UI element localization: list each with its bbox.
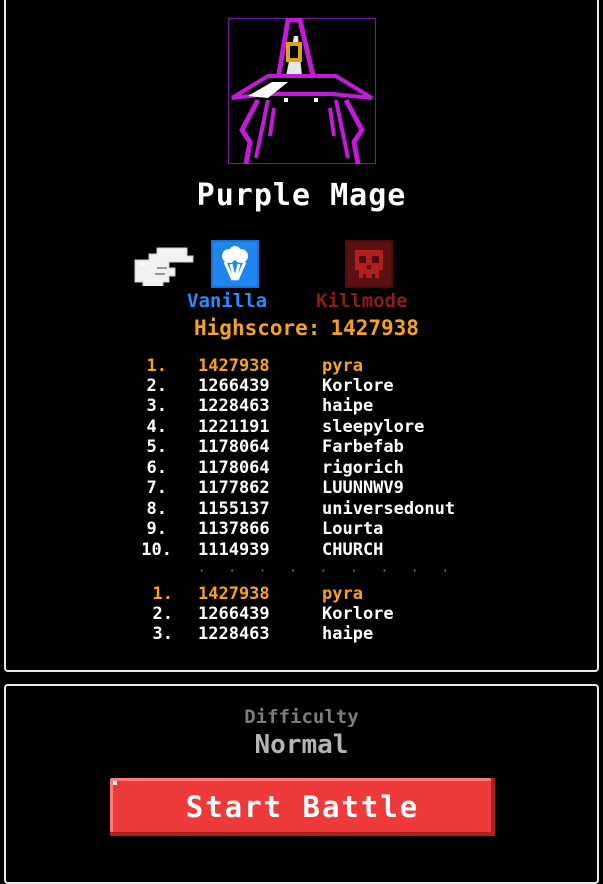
player-name: sleepylore <box>322 417 425 437</box>
player-name: haipe <box>322 624 374 644</box>
highscore-label: Highscore: <box>194 316 321 340</box>
vanilla-ice-cream-icon[interactable] <box>211 240 259 288</box>
rank: 2. <box>152 604 173 624</box>
mode-vanilla-label[interactable]: Vanilla <box>187 290 267 312</box>
character-name: Purple Mage <box>196 178 407 213</box>
player-name: Farbefab <box>322 437 404 457</box>
rank: 4. <box>146 417 167 437</box>
rank: 3. <box>152 624 173 644</box>
score: 1427938 <box>198 356 270 376</box>
score: 1228463 <box>198 396 270 416</box>
rank: 10. <box>141 540 172 560</box>
rank: 3. <box>146 396 167 416</box>
player-name: Korlore <box>322 376 394 396</box>
score: 1427938 <box>198 584 270 604</box>
rank: 1. <box>152 584 173 604</box>
highscore: Highscore: 1427938 <box>0 316 603 340</box>
score: 1114939 <box>198 540 270 560</box>
player-name: Korlore <box>322 604 394 624</box>
score: 1228463 <box>198 624 270 644</box>
player-name: haipe <box>322 396 374 416</box>
player-name: rigorich <box>322 458 404 478</box>
player-name: LUUNNWV9 <box>322 478 404 498</box>
player-name: pyra <box>322 356 363 376</box>
leaderboard-separator: · · · · · · · · · <box>198 564 457 578</box>
rank: 2. <box>146 376 167 396</box>
score: 1221191 <box>198 417 270 437</box>
score: 1178064 <box>198 437 270 457</box>
player-name: universedonut <box>322 499 456 519</box>
score: 1137866 <box>198 519 270 539</box>
purple-mage-wizard-icon <box>228 18 376 164</box>
rank: 7. <box>146 478 167 498</box>
pointing-hand-icon <box>134 247 194 286</box>
skull-icon[interactable] <box>345 240 393 288</box>
rank: 6. <box>146 458 167 478</box>
player-name: Lourta <box>322 519 384 539</box>
score: 1178064 <box>198 458 270 478</box>
rank: 1. <box>146 356 167 376</box>
score: 1177862 <box>198 478 270 498</box>
player-name: CHURCH <box>322 540 384 560</box>
difficulty-caption: Difficulty <box>244 706 359 728</box>
difficulty-selector[interactable]: Normal <box>0 730 603 760</box>
rank: 8. <box>146 499 167 519</box>
highscore-value: 1427938 <box>330 316 419 340</box>
rank: 5. <box>146 437 167 457</box>
score: 1155137 <box>198 499 270 519</box>
score: 1266439 <box>198 376 270 396</box>
score: 1266439 <box>198 604 270 624</box>
rank: 9. <box>146 519 167 539</box>
start-battle-button[interactable]: Start Battle <box>110 778 495 836</box>
player-name: pyra <box>322 584 363 604</box>
mode-killmode-label[interactable]: Killmode <box>316 290 408 312</box>
